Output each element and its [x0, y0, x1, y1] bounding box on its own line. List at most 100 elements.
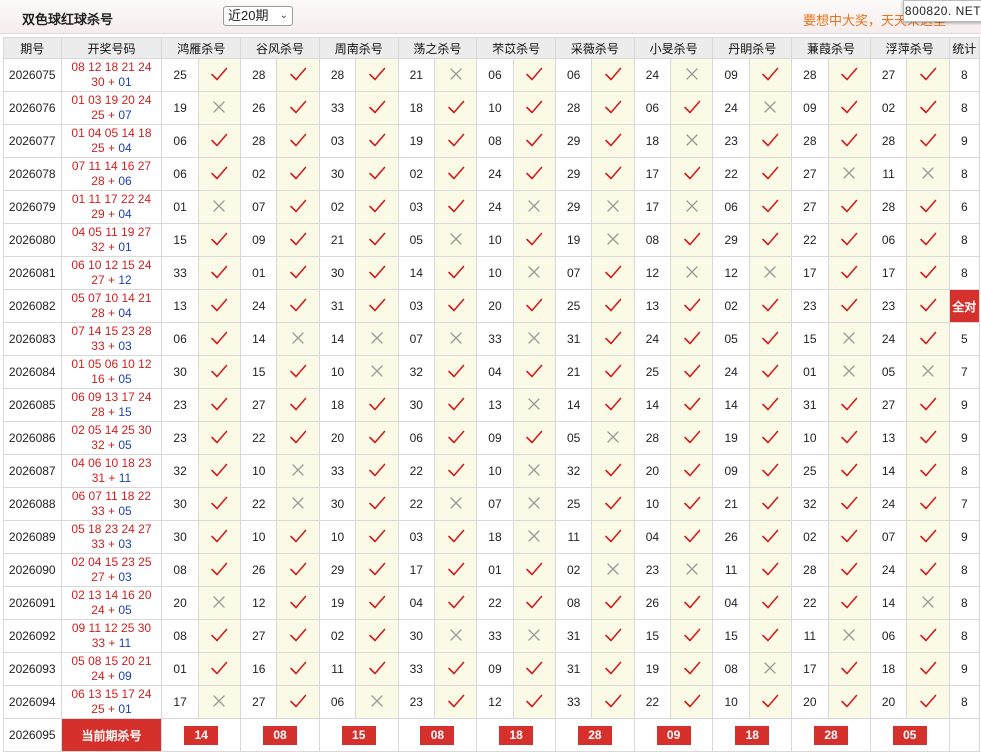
check-icon [276, 652, 320, 686]
kill-number: 26 [240, 553, 278, 587]
check-icon [512, 355, 557, 389]
check-icon [827, 454, 871, 488]
current-kill-number: 28 [814, 725, 849, 745]
red-ball-last: 24 [91, 603, 105, 617]
check-icon [433, 91, 478, 125]
kill-number: 28 [318, 58, 357, 92]
red-balls-top: 06 10 12 15 24 [71, 258, 152, 272]
kill-number: 04 [712, 586, 750, 620]
period-select[interactable]: 近20期 ⌄ [223, 6, 293, 26]
draw-numbers: 06 07 11 18 22 33 + 05 [60, 487, 163, 521]
check-icon [276, 256, 320, 290]
check-icon [197, 124, 242, 158]
check-icon [827, 91, 871, 125]
kill-number: 20 [869, 685, 908, 719]
red-balls-top: 02 04 15 23 25 [71, 555, 152, 569]
current-kill-cell: 15 [318, 718, 399, 752]
cross-icon [276, 322, 320, 356]
kill-number: 21 [318, 223, 357, 257]
table-row: 2026094 06 13 15 17 24 25 + 01 17 27 06 23 12 33… [3, 685, 981, 719]
red-balls-top: 06 07 11 18 22 [71, 489, 152, 503]
kill-number: 16 [240, 652, 278, 686]
check-icon [433, 124, 478, 158]
draw-numbers: 05 07 10 14 21 28 + 04 [60, 289, 163, 323]
red-ball-last: 27 [91, 273, 105, 287]
current-kill-cell: 18 [476, 718, 557, 752]
blue-ball: 01 [118, 702, 132, 716]
check-icon [748, 190, 793, 224]
kill-number: 28 [791, 553, 829, 587]
kill-number: 24 [869, 487, 908, 521]
blue-ball: 12 [118, 273, 132, 287]
check-icon [827, 487, 871, 521]
draw-numbers: 06 13 15 17 24 25 + 01 [60, 685, 163, 719]
check-icon [512, 553, 557, 587]
hit-count: 8 [948, 685, 981, 719]
draw-line-2: 30 + 01 [91, 75, 132, 89]
period-select-value: 近20期 [228, 8, 269, 23]
draw-line-2: 28 + 15 [91, 405, 132, 419]
cross-icon [827, 355, 871, 389]
kill-number: 33 [397, 652, 435, 686]
check-icon [197, 553, 242, 587]
check-icon [197, 487, 242, 521]
kill-number: 30 [397, 619, 435, 653]
kill-number: 10 [476, 256, 514, 290]
cross-icon [670, 124, 714, 158]
blue-ball: 11 [118, 471, 132, 485]
check-icon [670, 520, 714, 554]
issue-number: 2026076 [3, 91, 62, 125]
cross-icon [433, 58, 478, 92]
check-icon [197, 322, 242, 356]
check-icon [276, 190, 320, 224]
check-icon [906, 388, 950, 422]
kill-number: 10 [476, 454, 514, 488]
cross-icon [748, 652, 793, 686]
kill-number: 09 [240, 223, 278, 257]
kill-number: 29 [555, 124, 593, 158]
check-icon [591, 256, 635, 290]
hit-count: 8 [948, 157, 981, 191]
kill-number: 19 [555, 223, 593, 257]
kill-number: 27 [869, 58, 908, 92]
kill-number: 22 [476, 586, 514, 620]
kill-number: 10 [318, 355, 357, 389]
kill-number: 22 [240, 487, 278, 521]
kill-number: 07 [869, 520, 908, 554]
table-row: 2026090 02 04 15 23 25 27 + 03 08 26 29 17 01 02… [3, 553, 981, 587]
kill-number: 28 [869, 190, 908, 224]
check-icon [355, 487, 399, 521]
check-icon [433, 454, 478, 488]
kill-number: 14 [633, 388, 672, 422]
kill-number: 30 [161, 355, 199, 389]
kill-number: 33 [555, 685, 593, 719]
check-icon [276, 157, 320, 191]
kill-number: 10 [791, 421, 829, 455]
kill-number: 11 [869, 157, 908, 191]
draw-line-2: 33 + 11 [91, 636, 132, 650]
kill-number: 33 [476, 322, 514, 356]
red-balls-top: 02 05 14 25 30 [71, 423, 152, 437]
current-period-label: 当前期杀号 [60, 718, 163, 752]
kill-number: 12 [633, 256, 672, 290]
kill-number: 11 [555, 520, 593, 554]
cross-icon [670, 553, 714, 587]
kill-number: 06 [869, 223, 908, 257]
hit-count: 8 [948, 91, 981, 125]
table-row: 2026093 05 08 15 20 21 24 + 09 01 16 11 33 09 31… [3, 652, 981, 686]
table-row: 2026082 05 07 10 14 21 28 + 04 13 24 31 03 20 25… [3, 289, 981, 323]
kill-number: 30 [161, 520, 199, 554]
column-header: 周南杀号 [318, 37, 399, 59]
current-kill-cell: 28 [791, 718, 871, 752]
draw-line-2: 31 + 11 [91, 471, 132, 485]
red-ball-last: 30 [91, 75, 105, 89]
kill-number: 23 [161, 388, 199, 422]
issue-number: 2026085 [3, 388, 62, 422]
kill-number: 22 [397, 454, 435, 488]
kill-number: 20 [791, 685, 829, 719]
kill-number: 29 [555, 157, 593, 191]
red-balls-top: 07 11 14 16 27 [71, 159, 152, 173]
kill-number: 30 [161, 487, 199, 521]
blue-ball: 04 [118, 141, 132, 155]
check-icon [906, 685, 950, 719]
